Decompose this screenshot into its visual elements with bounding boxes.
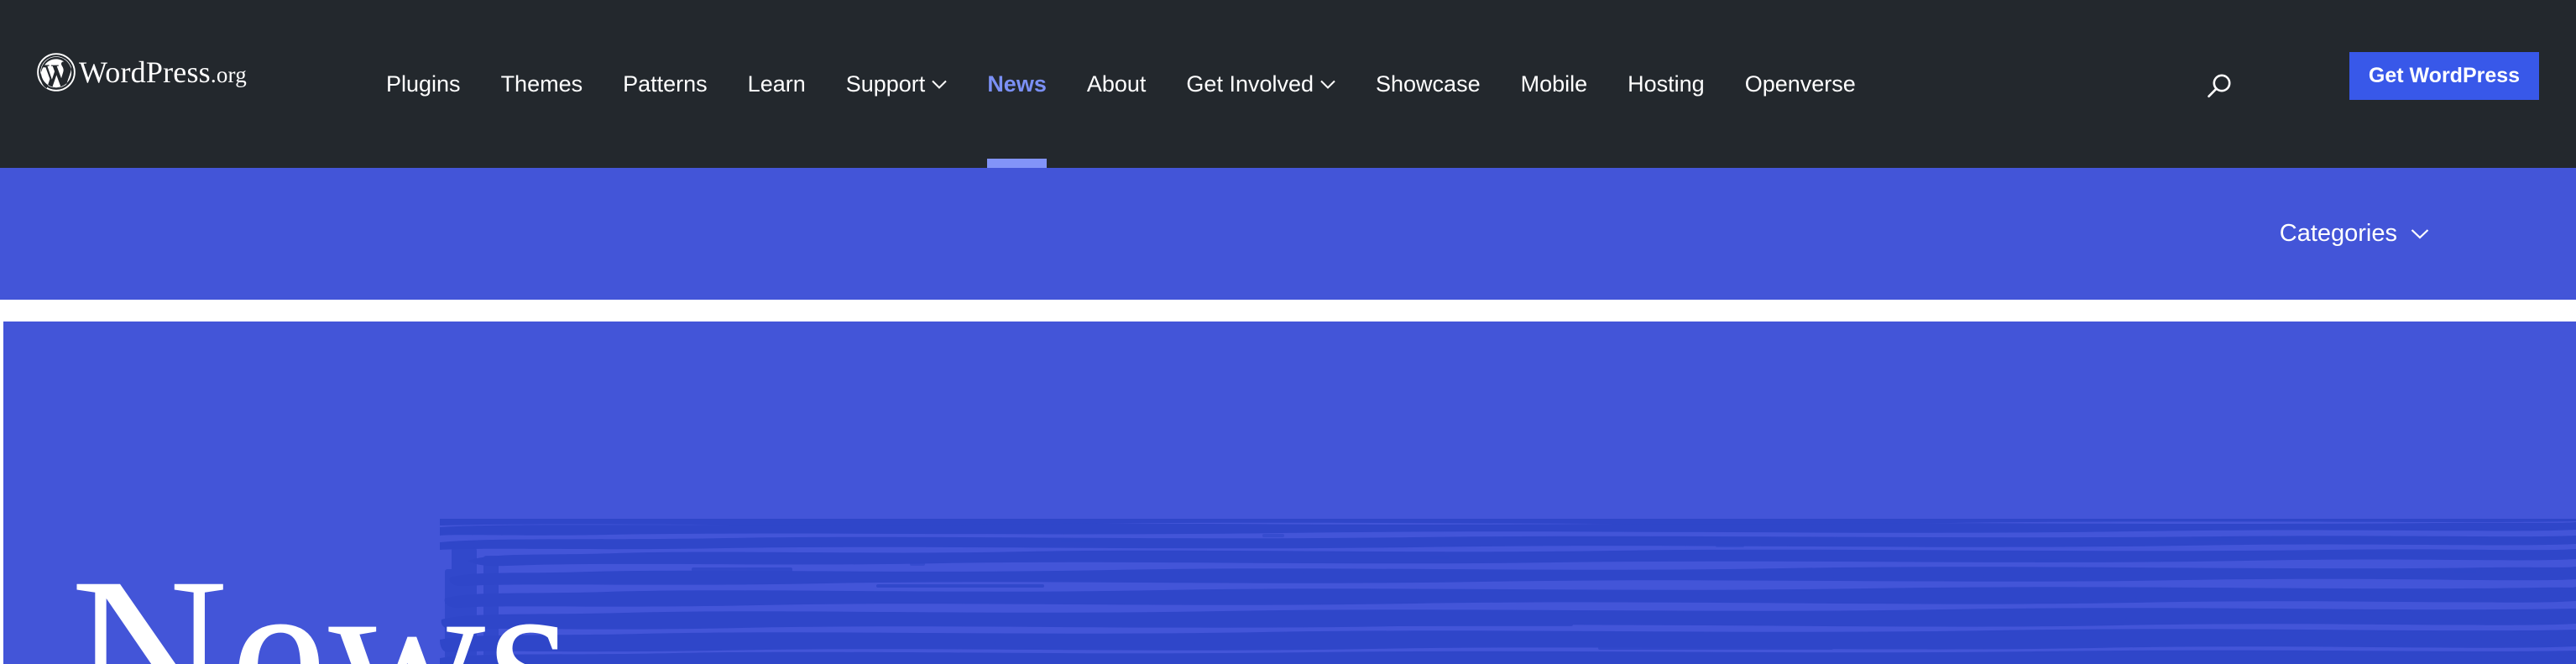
site-header: WordPress.org Plugins Themes Patterns Le… (0, 0, 2576, 168)
nav-item-get-involved[interactable]: Get Involved (1166, 0, 1356, 168)
nav-item-hosting[interactable]: Hosting (1607, 0, 1725, 168)
nav-label: About (1086, 71, 1147, 97)
page-hero: News (3, 322, 2576, 664)
nav-item-news[interactable]: News (967, 0, 1067, 168)
nav-item-mobile[interactable]: Mobile (1501, 0, 1608, 168)
categories-label: Categories (2279, 220, 2397, 247)
nav-item-support[interactable]: Support (826, 0, 968, 168)
nav-label: Hosting (1628, 71, 1705, 97)
nav-label: Mobile (1520, 71, 1588, 97)
primary-navigation: Plugins Themes Patterns Learn Support Ne… (366, 0, 1876, 168)
nav-label: Openverse (1744, 71, 1856, 97)
nav-label: Learn (747, 71, 806, 97)
section-divider (0, 300, 2576, 322)
nav-item-learn[interactable]: Learn (728, 0, 826, 168)
categories-bar: Categories (0, 168, 2576, 300)
search-button[interactable] (2196, 63, 2243, 110)
nav-item-showcase[interactable]: Showcase (1356, 0, 1501, 168)
nav-item-plugins[interactable]: Plugins (366, 0, 481, 168)
page-title: News (71, 533, 575, 664)
chevron-down-icon (1320, 80, 1335, 89)
categories-dropdown-toggle[interactable]: Categories (2280, 168, 2429, 300)
get-wordpress-button[interactable]: Get WordPress (2349, 52, 2539, 100)
nav-label: News (987, 71, 1047, 97)
site-logo[interactable]: WordPress.org (37, 52, 247, 92)
nav-label: Patterns (623, 71, 708, 97)
search-icon (2205, 72, 2234, 101)
nav-item-openverse[interactable]: Openverse (1725, 0, 1876, 168)
nav-item-themes[interactable]: Themes (481, 0, 604, 168)
logo-wordpress-text: WordPress (79, 55, 211, 89)
active-nav-indicator (987, 159, 1047, 168)
chevron-down-icon (2411, 228, 2429, 239)
wordpress-logo-icon (37, 53, 76, 91)
header-inner: WordPress.org Plugins Themes Patterns Le… (0, 0, 2576, 168)
nav-label: Themes (500, 71, 583, 97)
nav-label: Plugins (386, 71, 461, 97)
logo-wordmark: WordPress.org (79, 57, 247, 87)
nav-item-about[interactable]: About (1067, 0, 1167, 168)
brush-stroke-texture (440, 519, 2576, 664)
chevron-down-icon (932, 80, 948, 89)
logo-org-text: .org (210, 62, 247, 87)
nav-label: Support (845, 71, 926, 97)
nav-label: Showcase (1376, 71, 1481, 97)
nav-item-patterns[interactable]: Patterns (603, 0, 728, 168)
nav-label: Get Involved (1186, 71, 1314, 97)
